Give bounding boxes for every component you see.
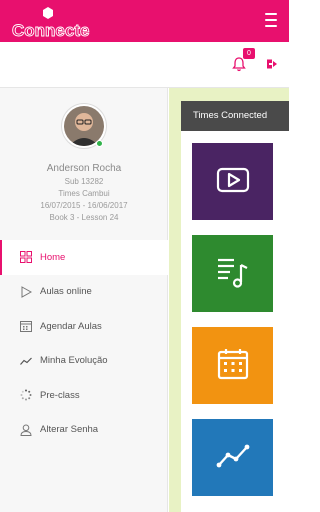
grid-icon (20, 251, 32, 264)
play-outline-icon (21, 285, 32, 298)
sidebar-item-alterar-senha[interactable]: Alterar Senha (0, 413, 168, 448)
calendar-icon (20, 321, 32, 333)
tiles-panel (181, 131, 289, 512)
menu-bar (265, 25, 277, 27)
trend-line-icon (20, 357, 32, 365)
sidebar-item-minha-evolucao[interactable]: Minha Evolução (0, 344, 168, 379)
sidebar-item-label: Agendar Aulas (40, 320, 102, 332)
notification-badge: 0 (243, 48, 255, 59)
chart-line-icon (216, 444, 250, 468)
sidebar-item-agendar-aulas[interactable]: Agendar Aulas (0, 309, 168, 344)
sidebar-item-aulas-online[interactable]: Aulas online (0, 275, 168, 310)
sidebar-item-label: Minha Evolução (40, 355, 108, 367)
tile-evolution-chart[interactable] (192, 419, 273, 496)
calendar-icon (217, 349, 249, 380)
profile-sub: Sub 13282 (64, 177, 104, 186)
sidebar-nav: Home Aulas online Agendar Aulas Minha Ev… (0, 240, 168, 447)
profile-period: 16/07/2015 - 16/06/2017 (40, 201, 128, 210)
music-note-icon (218, 258, 248, 288)
profile-info: Anderson Rocha Sub 13282 Times Cambui 16… (0, 162, 168, 224)
menu-bar (265, 13, 277, 15)
online-status-dot (96, 140, 103, 147)
sidebar-item-label: Aulas online (40, 286, 92, 298)
user-icon (20, 424, 32, 436)
menu-bar (265, 19, 277, 21)
connecte-logo[interactable]: Connecte (10, 4, 90, 40)
panel-title: Times Connected (181, 101, 289, 131)
spinner-icon (20, 389, 32, 401)
logo-text: Connecte (12, 21, 89, 40)
profile-name: Anderson Rocha (46, 163, 122, 174)
logout-icon[interactable] (266, 58, 278, 70)
menu-button[interactable] (265, 13, 277, 27)
sidebar-item-home[interactable]: Home (0, 240, 168, 275)
tile-music[interactable] (192, 235, 273, 312)
sidebar: Anderson Rocha Sub 13282 Times Cambui 16… (0, 88, 168, 512)
tile-video[interactable] (192, 143, 273, 220)
top-bar: Connecte (0, 0, 289, 42)
tile-calendar[interactable] (192, 327, 273, 404)
sidebar-item-label: Pre-class (40, 389, 80, 401)
sidebar-item-pre-class[interactable]: Pre-class (0, 378, 168, 413)
sidebar-item-label: Alterar Senha (40, 424, 99, 436)
sidebar-item-label: Home (40, 251, 66, 263)
profile-book: Book 3 - Lesson 24 (49, 213, 119, 222)
video-play-icon (216, 167, 250, 193)
main-content: Times Connected (169, 88, 289, 512)
profile-team: Times Cambui (58, 189, 110, 198)
